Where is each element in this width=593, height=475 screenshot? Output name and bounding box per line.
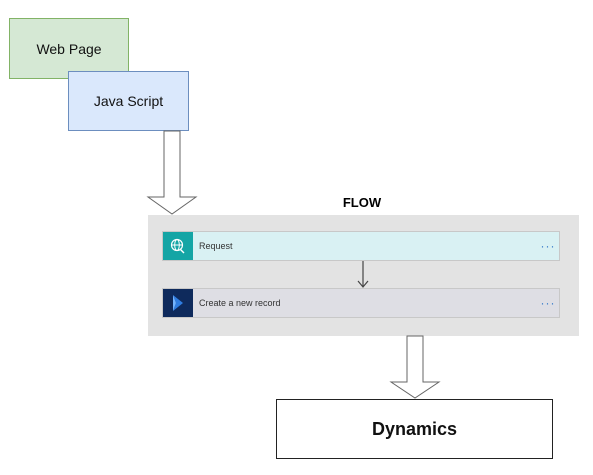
flow-title: FLOW — [342, 195, 382, 210]
globe-icon — [163, 232, 193, 260]
flow-step-label: Create a new record — [199, 298, 281, 308]
arrow-flow-to-dynamics — [389, 335, 441, 399]
javascript-label: Java Script — [93, 93, 164, 109]
more-options-icon[interactable]: ··· — [537, 240, 559, 252]
more-options-icon[interactable]: ··· — [537, 297, 559, 309]
arrow-js-to-flow — [146, 130, 198, 215]
flow-panel: Request ··· Create a new record ··· — [148, 215, 579, 336]
connector-arrow — [357, 261, 369, 288]
web-page-node: Web Page — [9, 18, 129, 79]
javascript-node: Java Script — [68, 71, 189, 131]
dynamics-logo-icon — [163, 289, 193, 317]
flow-step-request[interactable]: Request ··· — [162, 231, 560, 261]
flow-step-label: Request — [199, 241, 233, 251]
dynamics-node: Dynamics — [276, 399, 553, 459]
dynamics-label: Dynamics — [371, 418, 458, 439]
flow-step-create-record[interactable]: Create a new record ··· — [162, 288, 560, 318]
web-page-label: Web Page — [36, 40, 102, 57]
